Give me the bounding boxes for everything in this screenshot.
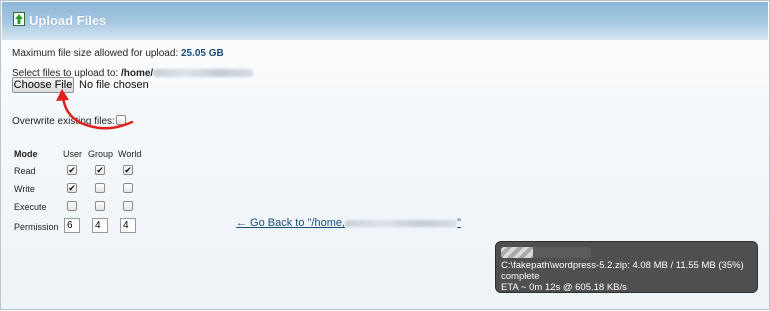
progress-bar-fill <box>501 247 533 258</box>
upload-window: Upload Files Maximum file size allowed f… <box>0 0 770 310</box>
max-size-info: Maximum file size allowed for upload: 25… <box>12 48 224 59</box>
checkbox-execute-group[interactable] <box>95 201 105 211</box>
permission-user-input[interactable]: 6 <box>64 218 80 233</box>
overwrite-label: Overwrite existing files: <box>12 116 115 127</box>
overwrite-checkbox[interactable] <box>116 115 126 125</box>
column-group: Group <box>88 149 114 159</box>
checkbox-execute-world[interactable] <box>123 201 133 211</box>
mode-header: Mode <box>14 149 38 159</box>
max-size-label: Maximum file size allowed for upload: <box>12 48 179 59</box>
redacted-path <box>345 220 458 227</box>
progress-eta: ETA ~ 0m 12s @ 605.18 KB/s <box>501 282 627 293</box>
go-back-link[interactable]: ← Go Back to "/home, " <box>236 217 461 229</box>
permission-group-input[interactable]: 4 <box>92 218 108 233</box>
no-file-chosen-text: No file chosen <box>79 79 149 91</box>
row-label-write: Write <box>14 184 35 194</box>
checkbox-write-user[interactable]: ✔ <box>67 183 77 193</box>
choose-file-button[interactable]: Choose File <box>12 77 74 93</box>
permission-world-input[interactable]: 4 <box>120 218 136 233</box>
progress-bar <box>501 247 591 258</box>
checkbox-read-world[interactable]: ✔ <box>123 165 133 175</box>
checkbox-write-group[interactable] <box>95 183 105 193</box>
progress-status: complete <box>501 271 540 282</box>
header-bar: Upload Files <box>2 2 768 40</box>
progress-file-line: C:\fakepath\wordpress-5.2.zip: 4.08 MB /… <box>501 260 744 271</box>
row-label-read: Read <box>14 166 36 176</box>
checkbox-read-user[interactable]: ✔ <box>67 165 77 175</box>
target-path: /home/ <box>120 68 154 79</box>
checkbox-execute-user[interactable] <box>67 201 77 211</box>
max-size-value: 25.05 GB <box>180 48 224 59</box>
upload-progress-panel: C:\fakepath\wordpress-5.2.zip: 4.08 MB /… <box>495 241 758 293</box>
column-world: World <box>118 149 142 159</box>
permission-label: Permission <box>14 222 59 232</box>
go-back-text-end: " <box>457 217 461 229</box>
checkbox-write-world[interactable] <box>123 183 133 193</box>
redacted-path <box>153 69 254 77</box>
checkbox-read-group[interactable]: ✔ <box>95 165 105 175</box>
go-back-text: ← Go Back to "/home, <box>236 217 346 229</box>
upload-arrow-icon <box>13 12 25 26</box>
row-label-execute: Execute <box>14 202 47 212</box>
column-user: User <box>63 149 83 159</box>
page-title: Upload Files <box>29 13 107 28</box>
